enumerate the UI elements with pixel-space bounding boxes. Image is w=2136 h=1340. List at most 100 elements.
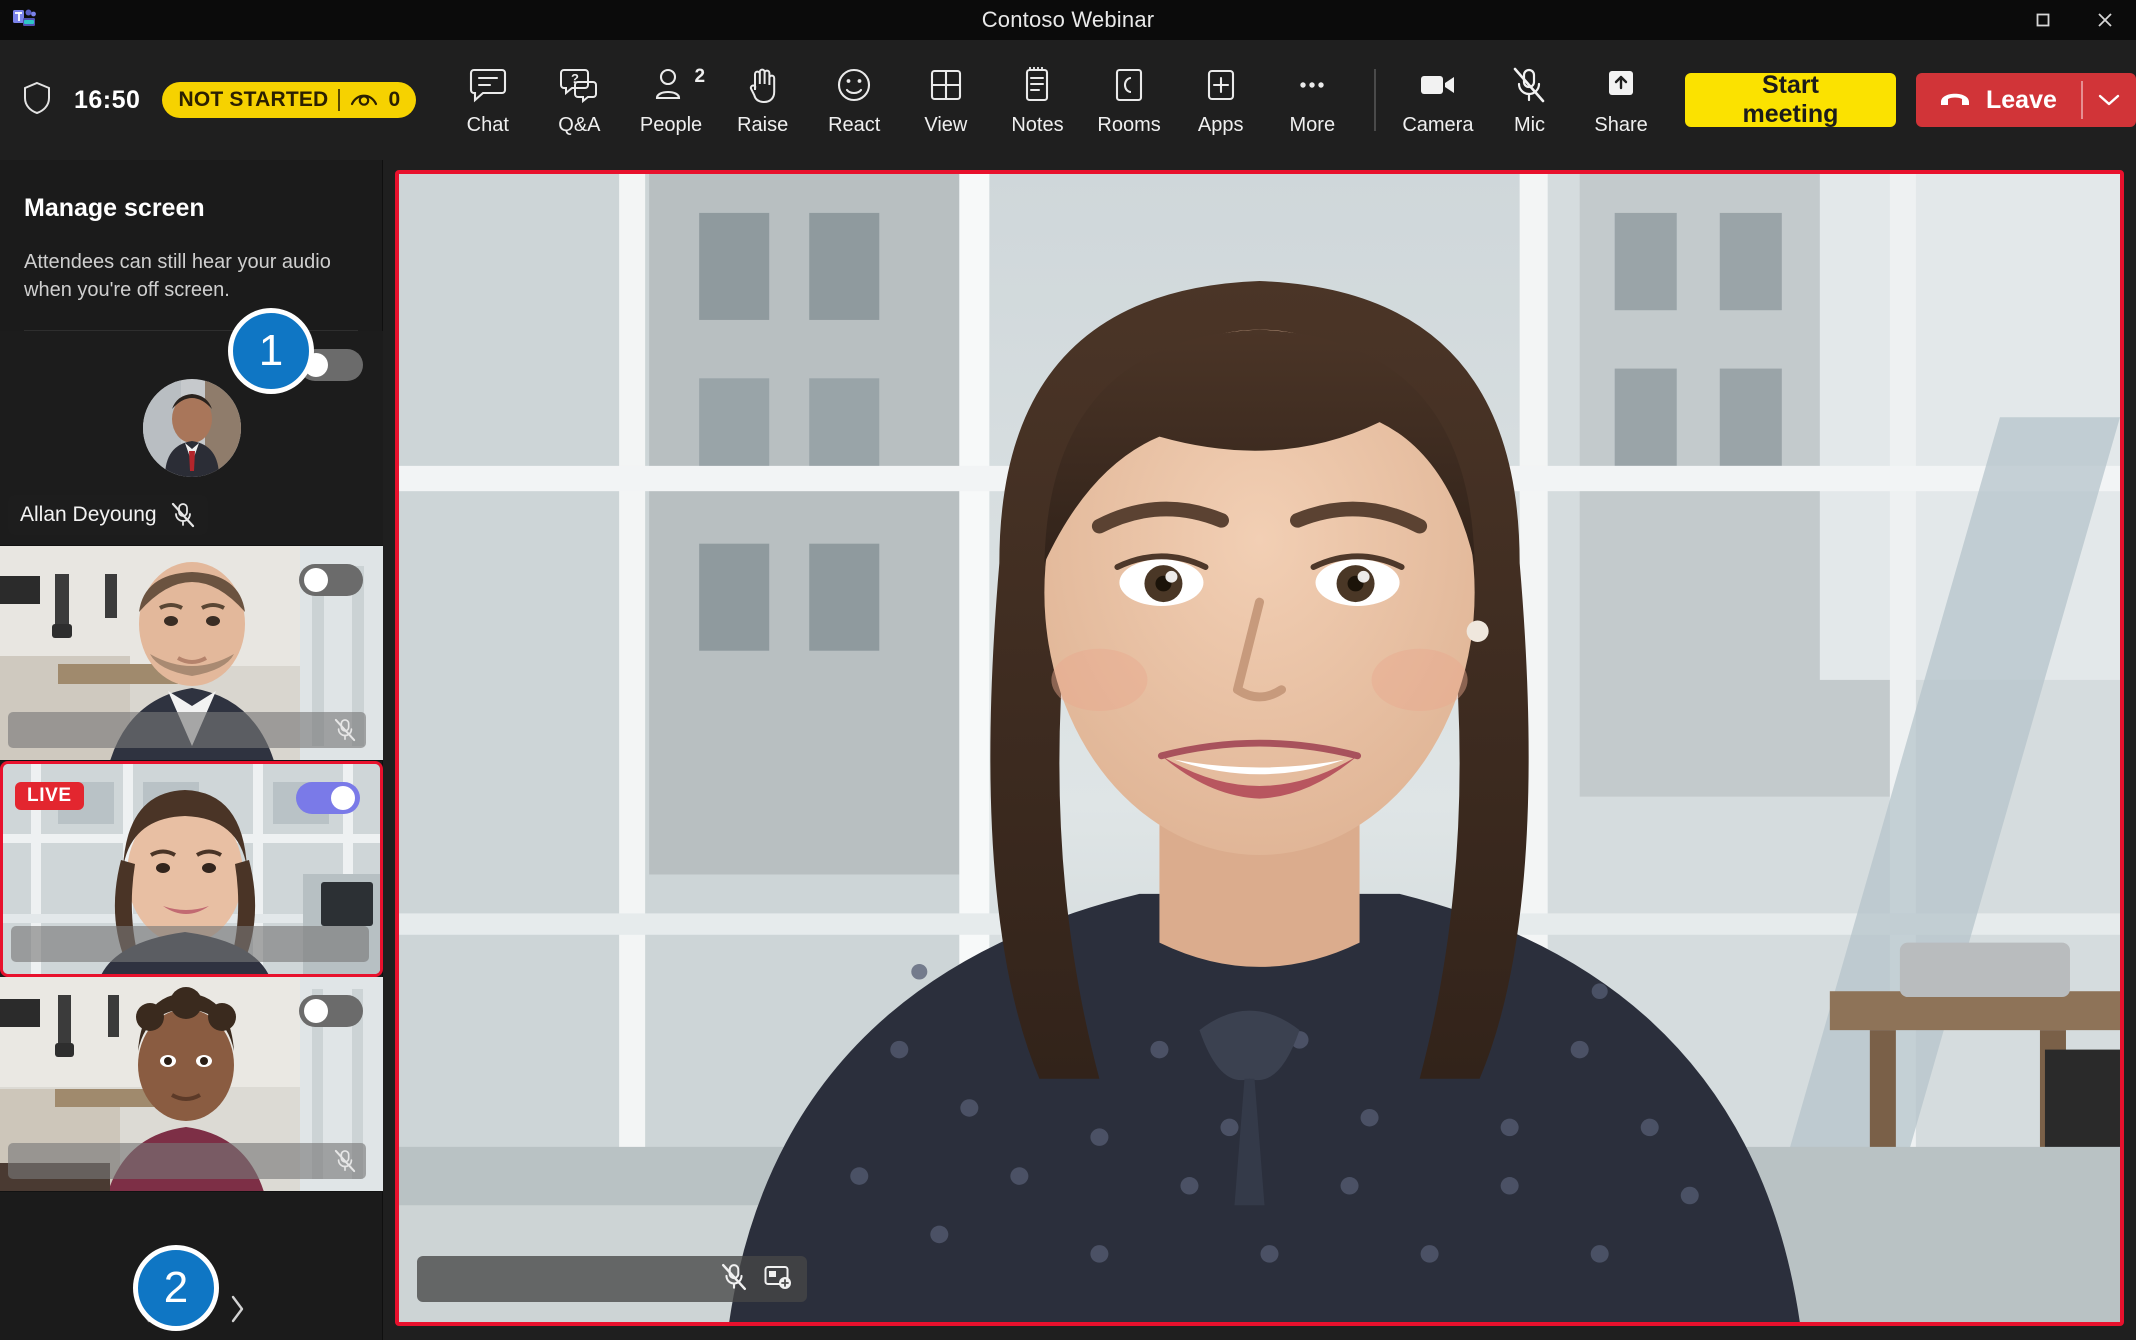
toolbar-label: View [924, 113, 968, 136]
participant-tile-list: Allan Deyoung LIVE [0, 331, 383, 1278]
toolbar-label: Q&A [558, 113, 601, 136]
meeting-stage [383, 160, 2136, 1340]
participant-name-bar: Allan Deyoung [8, 495, 208, 536]
attendee-eye-icon [350, 91, 378, 109]
toggle-knob [331, 786, 355, 811]
toggle-knob [304, 999, 328, 1024]
status-badge-label: NOT STARTED [178, 88, 329, 111]
panel-header: Manage screen Attendees can still hear y… [0, 160, 382, 332]
window-title: Contoso Webinar [981, 7, 1155, 32]
more-ellipsis-icon [1292, 64, 1332, 106]
status-badge-separator [338, 89, 341, 111]
toolbar-item-rooms[interactable]: Rooms [1083, 51, 1175, 149]
manage-screen-panel: Manage screen Attendees can still hear y… [0, 160, 383, 1340]
mic-muted-icon [721, 1263, 747, 1296]
participant-tile[interactable]: Allan Deyoung [0, 331, 383, 547]
toolbar-label: Camera [1402, 113, 1474, 136]
shield-icon [22, 81, 52, 120]
spotlight-pin-icon[interactable] [763, 1264, 793, 1295]
toolbar-label: Rooms [1097, 113, 1161, 136]
toolbar-item-view[interactable]: View [900, 51, 992, 149]
chevron-right-icon[interactable] [228, 1294, 246, 1324]
meeting-clock: 16:50 [74, 85, 141, 114]
avatar [142, 379, 241, 478]
toolbar-item-chat[interactable]: Chat [442, 51, 534, 149]
toolbar-label: Raise [737, 113, 789, 136]
attendee-count: 0 [388, 88, 401, 111]
view-grid-icon [926, 64, 966, 106]
title-bar: Contoso Webinar [0, 0, 2136, 40]
toolbar-item-notes[interactable]: Notes [992, 51, 1084, 149]
notes-icon [1017, 64, 1057, 106]
toolbar-label: Share [1594, 113, 1648, 136]
active-speaker-video [399, 174, 2120, 1322]
panel-subtitle: Attendees can still hear your audio when… [24, 251, 331, 301]
toolbar-item-people[interactable]: 2 People [625, 51, 717, 149]
share-screen-icon [1602, 64, 1640, 106]
participant-name-bar [8, 1143, 366, 1180]
toolbar-label: Chat [466, 113, 509, 136]
live-badge: LIVE [15, 782, 84, 811]
chat-icon [468, 64, 508, 106]
toolbar-item-more[interactable]: More [1266, 51, 1358, 149]
on-screen-toggle[interactable] [299, 564, 363, 597]
mic-muted-icon [334, 718, 356, 742]
participant-tile-live[interactable]: LIVE [0, 761, 383, 978]
toolbar-item-camera[interactable]: Camera [1392, 51, 1484, 149]
participant-tile[interactable] [0, 977, 383, 1193]
toggle-knob [304, 568, 328, 593]
react-smiley-icon [834, 64, 874, 106]
hangup-phone-icon [1938, 86, 1972, 115]
raise-hand-icon [743, 64, 783, 106]
breakout-rooms-icon [1109, 64, 1149, 106]
toolbar-label: More [1289, 113, 1336, 136]
status-badge: NOT STARTED 0 [162, 82, 417, 118]
callout-marker-2: 2 [133, 1245, 219, 1331]
mic-muted-icon [1510, 64, 1548, 106]
toolbar-label: React [828, 113, 881, 136]
toolbar-label: People [639, 113, 703, 136]
start-meeting-button[interactable]: Start meeting [1684, 71, 1896, 128]
maximize-icon[interactable] [2012, 0, 2074, 40]
toolbar-item-raise[interactable]: Raise [717, 51, 809, 149]
participant-name: Allan Deyoung [20, 503, 157, 527]
active-speaker-frame[interactable] [395, 170, 2124, 1326]
leave-button[interactable]: Leave [1916, 73, 2081, 127]
teams-logo-icon [12, 7, 38, 33]
people-count-badge: 2 [694, 65, 706, 87]
mic-muted-icon [334, 1149, 356, 1173]
toolbar-item-mic[interactable]: Mic [1484, 51, 1576, 149]
leave-options-chevron-down-icon[interactable] [2083, 73, 2136, 127]
close-icon[interactable] [2074, 0, 2136, 40]
apps-plus-icon [1201, 64, 1241, 106]
participant-name-bar [8, 712, 366, 749]
camera-icon [1416, 64, 1460, 106]
meeting-toolbar: 16:50 NOT STARTED 0 Chat ? Q&A 2 People … [0, 40, 2136, 160]
toolbar-item-share[interactable]: Share [1575, 51, 1667, 149]
participant-tile[interactable] [0, 546, 383, 762]
qa-icon: ? [559, 64, 599, 106]
avatar-container [0, 379, 383, 478]
toolbar-item-apps[interactable]: Apps [1175, 51, 1267, 149]
main-body: Manage screen Attendees can still hear y… [0, 160, 2136, 1340]
mic-muted-icon [171, 502, 195, 528]
participant-name-bar [11, 926, 369, 963]
active-speaker-name-bar [417, 1256, 807, 1302]
leave-button-label: Leave [1986, 85, 2057, 114]
toolbar-label: Apps [1197, 113, 1244, 136]
toolbar-item-react[interactable]: React [808, 51, 900, 149]
leave-button-group: Leave [1916, 73, 2136, 127]
window-controls [2012, 0, 2136, 40]
toolbar-label: Notes [1011, 113, 1064, 136]
teams-webinar-window: Contoso Webinar 16:50 NOT STARTED 0 Chat… [0, 0, 2136, 1340]
on-screen-toggle[interactable] [299, 995, 363, 1028]
toolbar-divider [1374, 69, 1377, 131]
toolbar-label: Mic [1513, 113, 1546, 136]
page-title: Manage screen [24, 194, 205, 222]
callout-marker-1: 1 [228, 308, 314, 394]
on-screen-toggle[interactable] [296, 782, 360, 815]
toolbar-item-qa[interactable]: ? Q&A [534, 51, 626, 149]
toolbar-left-group: 16:50 NOT STARTED 0 [0, 81, 417, 120]
people-icon: 2 [651, 64, 705, 106]
toolbar-actions: Chat ? Q&A 2 People Raise React View Not… [442, 40, 2136, 160]
